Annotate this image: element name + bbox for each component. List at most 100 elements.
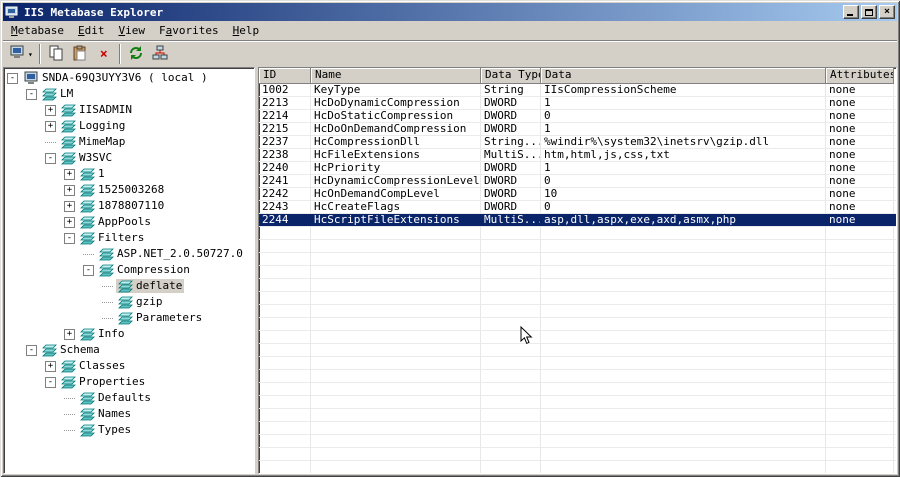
metabase-node-icon: [80, 216, 95, 229]
table-cell: [259, 409, 311, 421]
refresh-icon: [128, 45, 144, 64]
refresh-button[interactable]: [124, 43, 148, 65]
copy-button[interactable]: [44, 43, 68, 65]
connect-button[interactable]: ▾: [6, 43, 36, 65]
tree-item-label: 1878807110: [98, 199, 165, 212]
tree-item[interactable]: Names: [4, 406, 254, 422]
tree-item[interactable]: + Classes: [4, 358, 254, 374]
expand-icon[interactable]: +: [64, 168, 75, 180]
column-header-attributes[interactable]: Attributes: [826, 68, 894, 84]
collapse-icon[interactable]: -: [7, 72, 18, 84]
table-cell: 2240: [259, 162, 311, 174]
paste-button[interactable]: [68, 43, 92, 65]
table-cell: MultiS...: [481, 214, 541, 226]
table-cell: [481, 396, 541, 408]
table-cell: DWORD: [481, 162, 541, 174]
table-cell: [541, 383, 826, 395]
table-row[interactable]: 2242 HcOnDemandCompLevel DWORD 10 none: [259, 188, 896, 201]
tree-item[interactable]: - SNDA-69Q3UYY3V6 ( local ): [4, 70, 254, 86]
menu-item-metabase[interactable]: Metabase: [4, 22, 71, 39]
menu-item-view[interactable]: View: [111, 22, 152, 39]
tree-item[interactable]: + Logging: [4, 118, 254, 134]
tree-item[interactable]: - W3SVC: [4, 150, 254, 166]
tree-item[interactable]: ASP.NET_2.0.50727.0: [4, 246, 254, 262]
tree-item[interactable]: +1: [4, 166, 254, 182]
delete-button[interactable]: ×: [92, 43, 116, 65]
expand-icon[interactable]: +: [45, 104, 56, 116]
maximize-button[interactable]: [861, 5, 877, 19]
table-row[interactable]: 2240 HcPriority DWORD 1 none: [259, 162, 896, 175]
table-cell: [826, 240, 894, 252]
table-cell: KeyType: [311, 84, 481, 96]
tree-item[interactable]: Parameters: [4, 310, 254, 326]
table-row-empty: [259, 240, 896, 253]
tree-item[interactable]: + IISADMIN: [4, 102, 254, 118]
menu-item-edit[interactable]: Edit: [71, 22, 112, 39]
table-cell: [259, 292, 311, 304]
toolbar: ▾ ×: [3, 40, 897, 67]
maximize-icon: [865, 8, 873, 16]
collapse-icon[interactable]: -: [45, 376, 56, 388]
menu-item-favorites[interactable]: Favorites: [152, 22, 226, 39]
table-row[interactable]: 2213 HcDoDynamicCompression DWORD 1 none: [259, 97, 896, 110]
expand-icon[interactable]: +: [64, 184, 75, 196]
tree-item[interactable]: + AppPools: [4, 214, 254, 230]
tree-item[interactable]: +1878807110: [4, 198, 254, 214]
table-cell: [826, 422, 894, 434]
table-cell: [541, 448, 826, 460]
tree-item[interactable]: Defaults: [4, 390, 254, 406]
collapse-icon[interactable]: -: [83, 264, 94, 276]
expand-icon[interactable]: +: [45, 360, 56, 372]
column-header-id[interactable]: ID: [259, 68, 311, 84]
tree-item-label: Properties: [79, 375, 146, 388]
tree-item[interactable]: deflate: [4, 278, 254, 294]
column-header-data[interactable]: Data: [541, 68, 826, 84]
tree-item[interactable]: MimeMap: [4, 134, 254, 150]
tree-item[interactable]: - Filters: [4, 230, 254, 246]
paste-icon: [72, 45, 88, 64]
collapse-icon[interactable]: -: [26, 88, 37, 100]
table-row[interactable]: 2214 HcDoStaticCompression DWORD 0 none: [259, 110, 896, 123]
collapse-icon[interactable]: -: [64, 232, 75, 244]
metabase-node-icon: [80, 184, 95, 197]
table-cell: [311, 331, 481, 343]
tree-item[interactable]: - LM: [4, 86, 254, 102]
expand-icon[interactable]: +: [64, 328, 75, 340]
list-body: 1002 KeyType String IIsCompressionScheme non…: [259, 84, 896, 473]
close-button[interactable]: ×: [879, 5, 895, 19]
metabase-node-icon: [118, 312, 133, 325]
table-row[interactable]: 2243 HcCreateFlags DWORD 0 none: [259, 201, 896, 214]
copy-icon: [48, 45, 64, 64]
table-cell: 2238: [259, 149, 311, 161]
titlebar[interactable]: IIS Metabase Explorer ×: [3, 3, 897, 21]
table-row[interactable]: 1002 KeyType String IIsCompressionScheme non…: [259, 84, 896, 97]
column-header-data-type[interactable]: Data Type: [481, 68, 541, 84]
tree-item[interactable]: gzip: [4, 294, 254, 310]
table-row[interactable]: 2215 HcDoOnDemandCompression DWORD 1 none: [259, 123, 896, 136]
minimize-button[interactable]: [843, 5, 859, 19]
table-row[interactable]: 2237 HcCompressionDll String... %windir%\sy…: [259, 136, 896, 149]
tree-item[interactable]: +1525003268: [4, 182, 254, 198]
table-cell: 0: [541, 110, 826, 122]
column-header-name[interactable]: Name: [311, 68, 481, 84]
tree-item[interactable]: Types: [4, 422, 254, 438]
table-cell: [541, 461, 826, 473]
collapse-icon[interactable]: -: [45, 152, 56, 164]
tree-item[interactable]: - Properties: [4, 374, 254, 390]
table-row[interactable]: 2238 HcFileExtensions MultiS... htm,html,js…: [259, 149, 896, 162]
expand-icon[interactable]: +: [64, 216, 75, 228]
expand-icon[interactable]: +: [64, 200, 75, 212]
tree-item[interactable]: - Schema: [4, 342, 254, 358]
menu-item-help[interactable]: Help: [226, 22, 267, 39]
table-row[interactable]: 2244 HcScriptFileExtensions MultiS... asp,d…: [259, 214, 896, 227]
table-row[interactable]: 2241 HcDynamicCompressionLevel DWORD 0 none: [259, 175, 896, 188]
expand-icon[interactable]: +: [45, 120, 56, 132]
connect-computer-icon: [9, 45, 27, 63]
tree-item[interactable]: - Compression: [4, 262, 254, 278]
table-cell: [826, 227, 894, 239]
tree-item-label: Filters: [98, 231, 145, 244]
table-cell: [826, 357, 894, 369]
collapse-icon[interactable]: -: [26, 344, 37, 356]
network-button[interactable]: [148, 43, 172, 65]
tree-item[interactable]: + Info: [4, 326, 254, 342]
